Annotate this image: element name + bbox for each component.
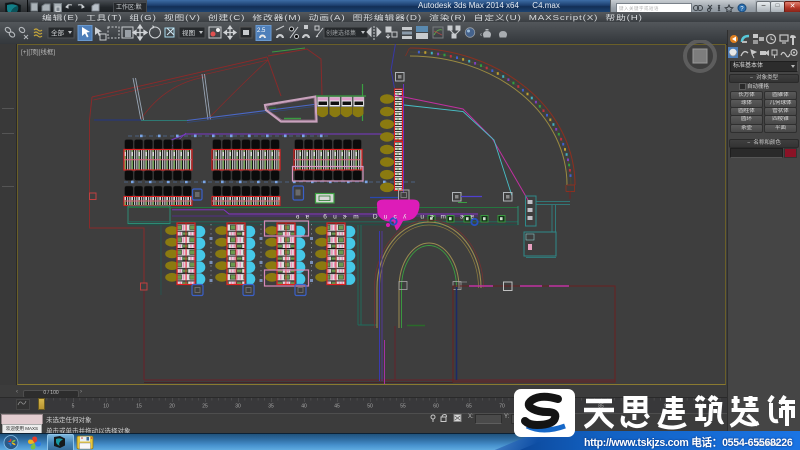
svg-text:60: 60 — [433, 404, 439, 410]
svg-text:视图: 视图 — [182, 28, 195, 37]
svg-text:30: 30 — [235, 404, 241, 410]
svg-text:2.5: 2.5 — [257, 28, 266, 34]
svg-text:25: 25 — [202, 404, 208, 410]
svg-text:20: 20 — [169, 404, 175, 410]
svg-text:全部: 全部 — [51, 28, 65, 37]
svg-text:40: 40 — [301, 404, 307, 410]
svg-text:5: 5 — [72, 404, 75, 410]
svg-text:55: 55 — [400, 404, 406, 410]
svg-text:35: 35 — [268, 404, 274, 410]
svg-text:50: 50 — [367, 404, 373, 410]
svg-text:70: 70 — [499, 404, 505, 410]
svg-text:65: 65 — [466, 404, 472, 410]
svg-text:15: 15 — [136, 404, 142, 410]
svg-text:10: 10 — [103, 404, 109, 410]
svg-text:创建选择集: 创建选择集 — [326, 29, 356, 37]
svg-text:45: 45 — [334, 404, 340, 410]
